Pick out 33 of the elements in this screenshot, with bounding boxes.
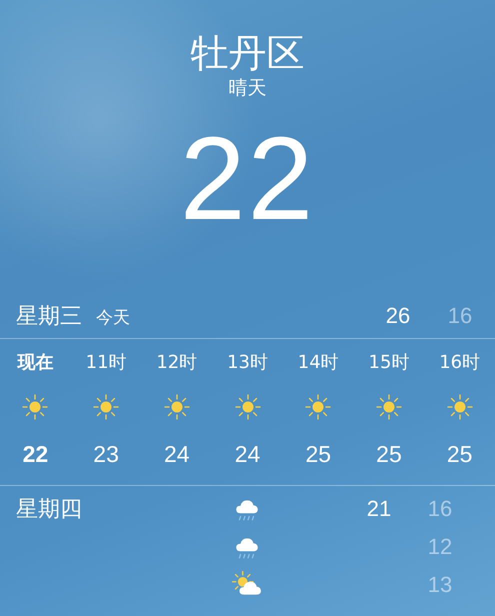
weekday: 星期三 — [16, 303, 82, 331]
hour-label: 14时 — [298, 351, 339, 375]
hourly-temperature: 22 — [22, 440, 48, 469]
hour-label: 现在 — [17, 351, 54, 375]
weekday: 星期四 — [16, 496, 83, 524]
hour-label: 16时 — [439, 351, 480, 375]
city-name: 牡丹区 — [190, 30, 304, 76]
hourly-temperature: 25 — [446, 440, 472, 469]
hour-label: 12时 — [156, 351, 198, 375]
hour-label: 13时 — [227, 351, 268, 375]
high-temperature: 21 — [366, 496, 392, 522]
low-temperature: 12 — [426, 534, 454, 560]
sun-icon — [22, 394, 48, 420]
hourly-temperature: 23 — [93, 440, 119, 469]
sun-icon — [234, 394, 261, 420]
hourly-temperature: 24 — [164, 440, 190, 469]
hour-label: 11时 — [86, 351, 127, 375]
hourly-temperature: 25 — [305, 440, 332, 469]
sun-icon — [446, 394, 473, 420]
sun-icon — [305, 394, 332, 420]
today-label: 今天 — [96, 307, 130, 329]
hour-label: 15时 — [368, 351, 410, 375]
low-temperature: 16 — [446, 303, 474, 329]
current-temperature: 22 — [180, 112, 316, 247]
high-temperature: 26 — [384, 303, 412, 329]
sun-icon — [93, 394, 120, 420]
weather-condition: 晴天 — [228, 76, 266, 100]
low-temperature: 16 — [426, 496, 454, 522]
hourly-temperature: 24 — [234, 440, 260, 469]
sun-icon — [376, 394, 402, 420]
low-temperature: 13 — [426, 572, 454, 598]
hourly-temperature: 25 — [376, 440, 402, 469]
sun-icon — [164, 394, 190, 420]
